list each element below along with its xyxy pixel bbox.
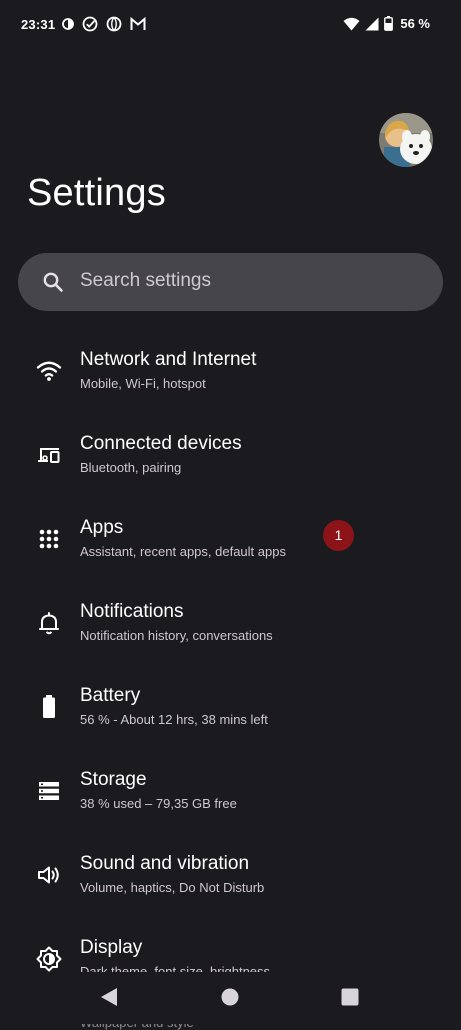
page-title: Settings xyxy=(27,172,166,214)
settings-item-subtitle: Volume, haptics, Do Not Disturb xyxy=(80,880,265,895)
settings-item-subtitle: 38 % used – 79,35 GB free xyxy=(80,796,237,811)
settings-item-title: Storage xyxy=(80,769,147,790)
settings-item-subtitle: Mobile, Wi-Fi, hotspot xyxy=(80,376,206,391)
speaker-icon xyxy=(35,861,63,889)
status-notification-icons xyxy=(62,16,146,32)
settings-item-subtitle: Bluetooth, pairing xyxy=(80,460,182,475)
battery-percentage: 56 % xyxy=(400,16,430,31)
signal-icon xyxy=(365,17,379,31)
apps-notification-badge: 1 xyxy=(323,520,354,551)
home-icon[interactable] xyxy=(221,988,239,1011)
status-bar: 23:31 56 % xyxy=(0,0,461,50)
settings-item-title: Network and Internet xyxy=(80,349,257,370)
battery-icon xyxy=(384,16,394,31)
status-system-icons: 56 % xyxy=(343,16,430,31)
settings-item-title: Notifications xyxy=(80,601,184,622)
settings-item-title: Battery xyxy=(80,685,141,706)
settings-item-subtitle: 56 % - About 12 hrs, 38 mins left xyxy=(80,712,268,727)
wifi-icon xyxy=(35,357,63,385)
settings-item-title: Connected devices xyxy=(80,433,242,454)
settings-item-network[interactable]: Network and Internet Mobile, Wi-Fi, hots… xyxy=(0,330,461,414)
settings-item-title: Sound and vibration xyxy=(80,853,250,874)
settings-item-title: Display xyxy=(80,937,143,958)
settings-item-subtitle: Assistant, recent apps, default apps xyxy=(80,544,286,559)
settings-item-title: Apps xyxy=(80,517,124,538)
status-time: 23:31 xyxy=(21,17,56,32)
apps-grid-icon xyxy=(35,525,63,553)
brightness-icon xyxy=(35,945,63,973)
settings-item-connected-devices[interactable]: Connected devices Bluetooth, pairing xyxy=(0,414,461,498)
search-bar[interactable]: Search settings xyxy=(18,253,443,311)
back-icon[interactable] xyxy=(100,987,118,1012)
recents-icon[interactable] xyxy=(341,988,359,1011)
navigation-bar xyxy=(0,972,461,1024)
search-placeholder: Search settings xyxy=(80,270,211,291)
settings-item-battery[interactable]: Battery 56 % - About 12 hrs, 38 mins lef… xyxy=(0,666,461,750)
data-saver-icon xyxy=(62,16,74,32)
settings-item-subtitle: Notification history, conversations xyxy=(80,628,273,643)
settings-item-notifications[interactable]: Notifications Notification history, conv… xyxy=(0,582,461,666)
bell-icon xyxy=(35,609,63,637)
globe-icon xyxy=(106,16,122,32)
settings-item-sound[interactable]: Sound and vibration Volume, haptics, Do … xyxy=(0,834,461,918)
wifi-icon xyxy=(343,17,360,31)
check-circle-icon xyxy=(82,16,98,32)
storage-icon xyxy=(35,777,63,805)
devices-icon xyxy=(35,441,63,469)
gmail-icon xyxy=(130,17,146,31)
avatar[interactable] xyxy=(379,113,433,167)
battery-icon xyxy=(35,693,63,721)
settings-item-apps[interactable]: Apps Assistant, recent apps, default app… xyxy=(0,498,461,582)
search-icon xyxy=(42,271,64,298)
settings-item-storage[interactable]: Storage 38 % used – 79,35 GB free xyxy=(0,750,461,834)
